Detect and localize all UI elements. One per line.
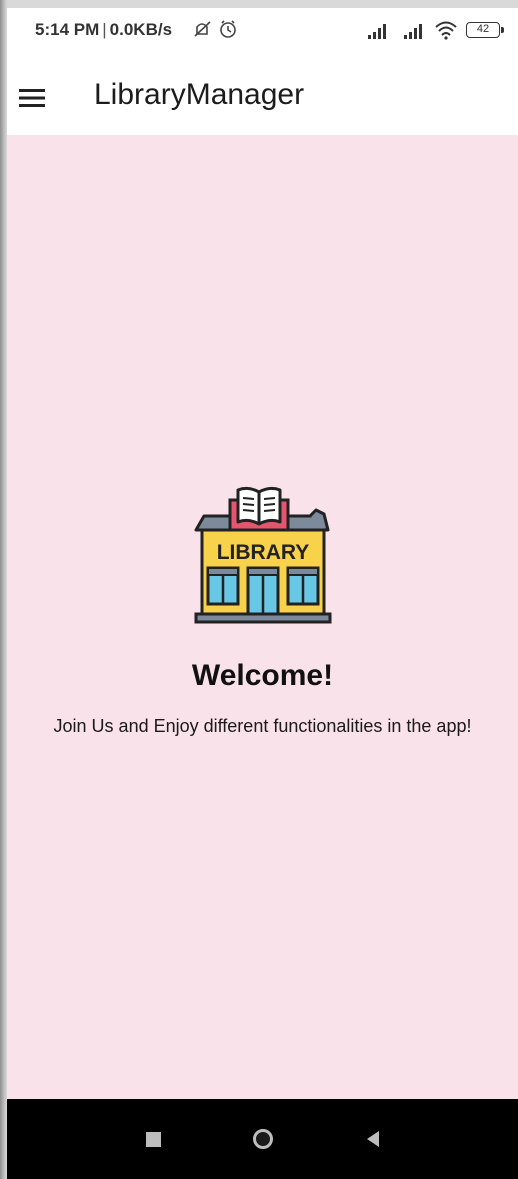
status-time: 5:14 PM	[35, 20, 100, 39]
hamburger-menu-icon[interactable]	[19, 87, 47, 109]
app-title: LibraryManager	[94, 78, 305, 111]
system-nav-bar	[7, 1099, 518, 1179]
library-building-icon: LIBRARY	[194, 486, 332, 624]
recents-icon	[145, 1131, 161, 1147]
wifi-icon	[435, 21, 457, 40]
mute-alarm-icons	[194, 20, 236, 38]
app-bar: LibraryManager	[7, 54, 518, 135]
status-separator: |	[102, 20, 107, 39]
status-bar: 5:14 PM | 0.0KB/s 42	[7, 8, 518, 54]
status-right-icons: 42	[366, 18, 504, 42]
back-button[interactable]	[338, 1099, 408, 1179]
main-content: LIBRARY Welcome! Join Us and Enjoy diffe…	[7, 135, 518, 1099]
mute-icon	[194, 21, 211, 37]
signal-icon	[368, 24, 386, 39]
home-icon	[253, 1129, 273, 1149]
welcome-heading: Welcome!	[191, 659, 334, 692]
phone-screen: 5:14 PM | 0.0KB/s 42 LibraryManager LIBR…	[7, 8, 518, 1179]
status-time-speed: 5:14 PM | 0.0KB/s	[35, 20, 172, 40]
welcome-subtitle: Join Us and Enjoy different functionalit…	[53, 716, 472, 736]
back-icon	[367, 1131, 379, 1147]
status-speed: 0.0KB/s	[109, 20, 173, 39]
signal-icon	[404, 24, 422, 39]
battery-icon: 42	[466, 22, 504, 38]
alarm-icon	[220, 20, 236, 38]
recents-button[interactable]	[118, 1099, 188, 1179]
home-button[interactable]	[228, 1099, 298, 1179]
library-sign-text: LIBRARY	[217, 541, 310, 564]
